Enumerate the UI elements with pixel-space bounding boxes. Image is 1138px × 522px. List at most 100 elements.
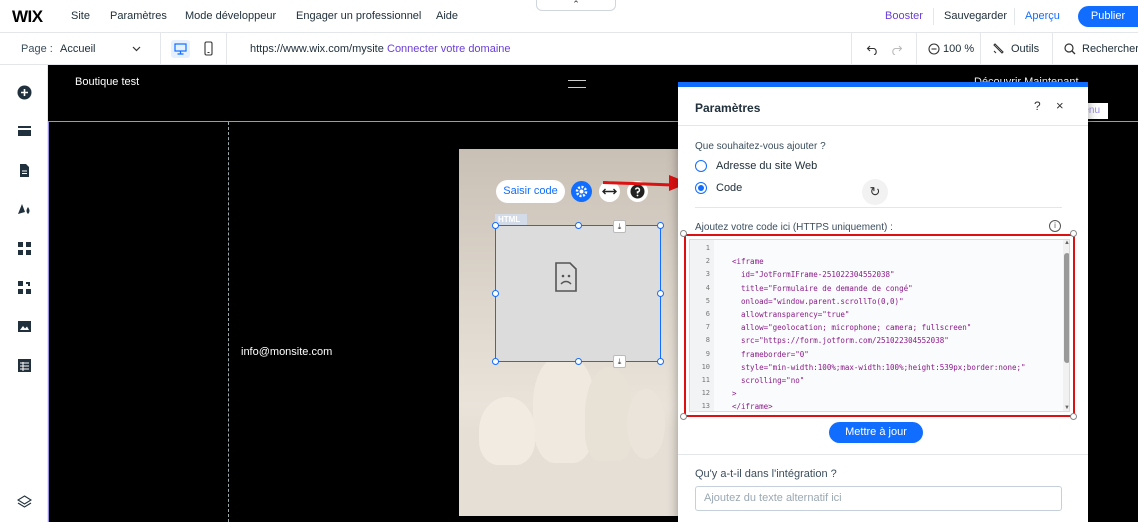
code-line: scrolling="no" xyxy=(732,376,805,385)
menu-site[interactable]: Site xyxy=(71,0,90,33)
resize-handle[interactable] xyxy=(492,358,499,365)
undo-icon[interactable] xyxy=(866,43,879,55)
media-icon[interactable] xyxy=(17,319,32,334)
chevron-down-icon[interactable] xyxy=(132,46,141,52)
layers-icon[interactable] xyxy=(17,495,32,510)
menu-mode-developpeur[interactable]: Mode développeur xyxy=(185,0,276,33)
resize-handle[interactable] xyxy=(1070,230,1077,237)
resize-handle[interactable] xyxy=(575,222,582,229)
line-number: 10 xyxy=(701,362,710,371)
download-icon[interactable]: ⤓ xyxy=(613,355,626,368)
page-icon[interactable] xyxy=(17,163,32,178)
connect-domain-link[interactable]: Connecter votre domaine xyxy=(387,33,511,65)
edit-code-button[interactable]: Saisir code xyxy=(496,180,565,203)
menu-aide[interactable]: Aide xyxy=(436,0,458,33)
settings-button[interactable] xyxy=(571,181,592,202)
code-line: src="https://form.jotform.com/2510223045… xyxy=(732,336,949,346)
business-icon[interactable] xyxy=(17,280,32,295)
collapse-toolbar-button[interactable]: ⌃ xyxy=(536,0,616,11)
code-editor[interactable]: 1 2 3 4 5 6 7 8 9 10 11 12 13 <iframe id="JotFormIFr… xyxy=(689,239,1070,412)
resize-handle[interactable] xyxy=(657,358,664,365)
dialog-close-button[interactable]: × xyxy=(1056,98,1064,113)
preview-button[interactable]: Aperçu xyxy=(1025,0,1060,33)
tools-button[interactable]: Outils xyxy=(1011,33,1039,65)
search-icon[interactable] xyxy=(1064,43,1076,55)
site-title[interactable]: Boutique test xyxy=(75,76,139,88)
resize-handle[interactable] xyxy=(492,222,499,229)
content-type-question: Que souhaitez-vous ajouter ? xyxy=(695,141,826,152)
desktop-view-button[interactable] xyxy=(171,40,190,58)
resize-handle[interactable] xyxy=(657,222,664,229)
top-bar: WIX Site Paramètres Mode développeur Eng… xyxy=(0,0,1138,33)
page-selector[interactable]: Accueil xyxy=(60,33,95,65)
stretch-icon xyxy=(602,188,617,195)
line-number: 12 xyxy=(701,389,710,398)
scroll-up-icon[interactable]: ▲ xyxy=(1063,240,1069,246)
line-number: 7 xyxy=(705,323,710,332)
divider xyxy=(678,125,1088,126)
code-line: style="min-width:100%;max-width:100%;hei… xyxy=(732,362,1026,372)
resize-handle[interactable] xyxy=(1070,413,1077,420)
radio-code[interactable] xyxy=(695,182,707,194)
resize-handle[interactable] xyxy=(680,230,687,237)
divider xyxy=(980,33,981,65)
vase-shape xyxy=(479,397,535,465)
code-line: title="Formulaire de demande de congé" xyxy=(732,283,913,293)
info-icon[interactable]: i xyxy=(1049,220,1061,232)
line-number: 5 xyxy=(705,296,710,305)
resize-handle[interactable] xyxy=(492,290,499,297)
resize-handle[interactable] xyxy=(575,358,582,365)
vase-shape xyxy=(627,389,665,459)
redo-icon[interactable] xyxy=(890,43,903,55)
scroll-down-icon[interactable]: ▼ xyxy=(1063,405,1069,411)
broken-file-icon xyxy=(555,262,577,292)
download-icon[interactable]: ⤓ xyxy=(613,220,626,233)
code-line: frameborder="0" xyxy=(732,349,809,359)
tools-icon[interactable] xyxy=(992,42,1005,55)
wix-logo[interactable]: WIX xyxy=(12,7,43,27)
save-button[interactable]: Sauvegarder xyxy=(944,0,1007,33)
resize-handle[interactable] xyxy=(657,290,664,297)
zoom-level[interactable]: 100 % xyxy=(943,33,974,65)
divider xyxy=(916,33,917,65)
radio-website-label[interactable]: Adresse du site Web xyxy=(716,160,817,172)
menu-parametres[interactable]: Paramètres xyxy=(110,0,167,33)
line-number: 11 xyxy=(701,376,710,384)
divider xyxy=(851,33,852,65)
line-number: 6 xyxy=(705,310,710,318)
line-number: 2 xyxy=(705,257,710,266)
code-line: onload="window.parent.scrollTo(0,0)" xyxy=(732,296,904,306)
booster-link[interactable]: Booster xyxy=(885,0,923,33)
code-line: </iframe> xyxy=(732,402,773,412)
divider xyxy=(695,207,1062,208)
divider xyxy=(1052,33,1053,65)
divider xyxy=(1014,8,1015,25)
code-scrollbar[interactable]: ▲ ▼ xyxy=(1063,240,1069,411)
vase-shape xyxy=(585,367,633,461)
alt-text-input[interactable]: Ajoutez du texte alternatif ici xyxy=(695,486,1062,511)
scrollbar-thumb[interactable] xyxy=(1064,253,1069,363)
apps-icon[interactable] xyxy=(17,241,32,256)
design-icon[interactable] xyxy=(17,202,32,217)
cms-icon[interactable] xyxy=(17,358,32,373)
resize-handle[interactable] xyxy=(680,413,687,420)
menu-engager-professionnel[interactable]: Engager un professionnel xyxy=(296,0,421,33)
update-button[interactable]: Mettre à jour xyxy=(829,422,923,443)
hamburger-menu-icon[interactable] xyxy=(568,80,586,88)
divider xyxy=(160,33,161,65)
alt-text-question: Qu'y a-t-il dans l'intégration ? xyxy=(695,468,837,480)
publish-button[interactable]: Publier xyxy=(1078,6,1138,27)
divider xyxy=(226,33,227,65)
dialog-help-button[interactable]: ? xyxy=(1034,99,1041,113)
email-text[interactable]: info@monsite.com xyxy=(241,346,332,358)
code-line: <iframe xyxy=(732,257,764,267)
code-line: allow="geolocation; microphone; camera; … xyxy=(732,323,972,333)
html-embed-widget[interactable] xyxy=(495,225,661,362)
pages-icon[interactable] xyxy=(17,124,32,139)
radio-website-address[interactable] xyxy=(695,160,707,172)
zoom-icon[interactable] xyxy=(928,43,940,55)
search-button[interactable]: Rechercher xyxy=(1082,33,1138,65)
radio-code-label[interactable]: Code xyxy=(716,182,742,194)
mobile-icon[interactable] xyxy=(204,41,213,56)
add-icon[interactable] xyxy=(17,85,32,100)
